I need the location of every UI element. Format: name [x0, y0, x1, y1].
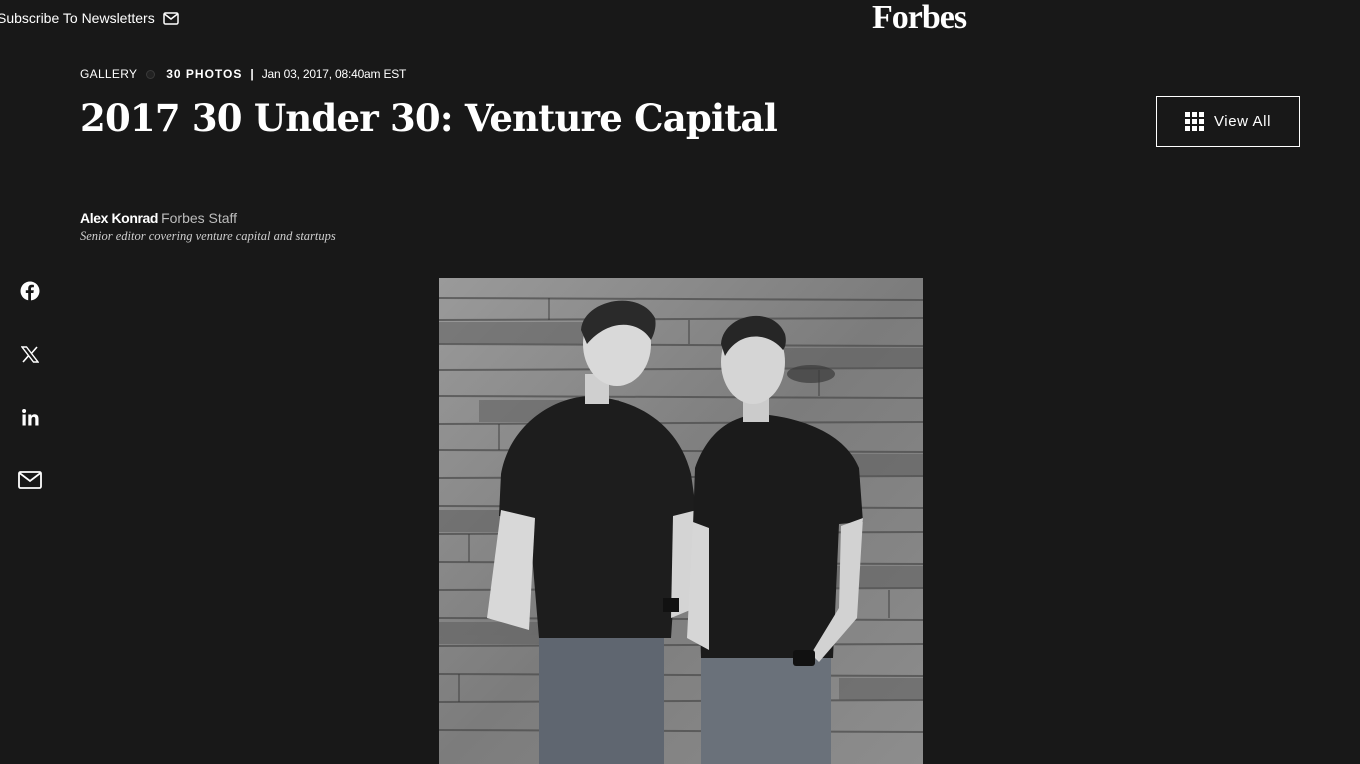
author-name[interactable]: Alex Konrad — [80, 210, 158, 226]
gallery-photo[interactable] — [439, 278, 923, 764]
photos-count: 30 PHOTOS — [166, 67, 243, 81]
mail-icon[interactable] — [18, 468, 42, 492]
forbes-logo[interactable]: Forbes — [872, 0, 967, 36]
subscribe-label: Subscribe To Newsletters — [0, 10, 155, 26]
author-role: Forbes Staff — [161, 210, 238, 226]
gallery-dot-icon — [146, 69, 156, 79]
subscribe-newsletters-link[interactable]: Subscribe To Newsletters — [0, 10, 179, 26]
gallery-label: GALLERY — [80, 67, 138, 81]
x-icon[interactable] — [18, 342, 42, 366]
page-title: 2017 30 Under 30: Venture Capital — [80, 96, 778, 140]
gallery-meta: GALLERY 30 PHOTOS | Jan 03, 2017, 08:40a… — [80, 67, 406, 81]
view-all-label: View All — [1213, 113, 1272, 130]
author-description: Senior editor covering venture capital a… — [80, 229, 336, 243]
gallery-page: Subscribe To Newsletters Forbes GALLERY … — [0, 0, 1360, 764]
publish-date: Jan 03, 2017, 08:40am EST — [261, 67, 407, 81]
meta-separator: | — [250, 67, 254, 81]
view-all-button[interactable]: View All — [1156, 96, 1300, 147]
social-share-bar — [18, 279, 42, 531]
envelope-icon — [162, 11, 179, 25]
author-byline: Alex Konrad Forbes Staff Senior editor co… — [80, 210, 336, 244]
grid-icon — [1184, 112, 1204, 131]
linkedin-icon[interactable] — [18, 405, 42, 429]
facebook-icon[interactable] — [18, 279, 42, 303]
